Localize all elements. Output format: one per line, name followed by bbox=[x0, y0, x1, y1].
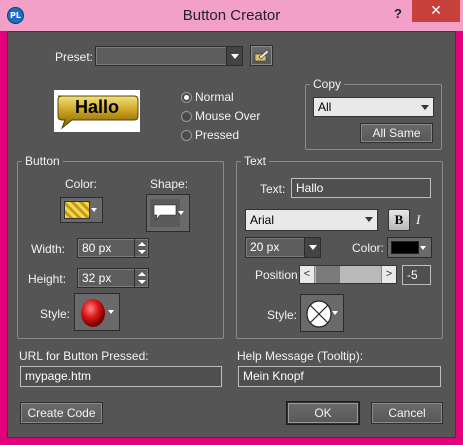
font-dropdown[interactable]: Arial bbox=[245, 209, 378, 231]
preset-dropdown[interactable] bbox=[95, 46, 243, 66]
position-value-input[interactable]: -5 bbox=[402, 265, 431, 285]
chevron-left-icon[interactable]: < bbox=[300, 266, 315, 283]
radio-pressed[interactable] bbox=[181, 130, 192, 141]
button-style-picker[interactable] bbox=[74, 293, 120, 331]
cancel-button[interactable]: Cancel bbox=[371, 402, 443, 424]
chevron-down-icon bbox=[304, 238, 320, 257]
preset-label: Preset: bbox=[55, 50, 94, 64]
create-code-button[interactable]: Create Code bbox=[20, 402, 103, 424]
text-style-picker[interactable] bbox=[300, 294, 344, 332]
close-button[interactable]: ✕ bbox=[412, 0, 460, 22]
chevron-right-icon[interactable]: > bbox=[381, 266, 396, 283]
red-ball-icon bbox=[81, 299, 105, 327]
button-shape-label: Shape: bbox=[150, 177, 189, 191]
height-label: Height: bbox=[28, 272, 67, 286]
dialog-body: Preset: Hallo Normal Mouse Over Pressed bbox=[7, 31, 456, 438]
font-size-dropdown[interactable]: 20 px bbox=[245, 237, 321, 258]
width-spinner[interactable] bbox=[134, 239, 148, 257]
italic-button[interactable]: I bbox=[416, 210, 428, 230]
position-slider[interactable]: < > bbox=[299, 265, 397, 284]
chevron-down-icon bbox=[361, 210, 377, 230]
speech-bubble-icon bbox=[150, 199, 180, 227]
chevron-down-icon bbox=[331, 295, 341, 331]
text-color-picker[interactable] bbox=[387, 237, 432, 258]
radio-normal-label[interactable]: Normal bbox=[195, 90, 234, 104]
chevron-down-icon bbox=[226, 47, 242, 65]
text-group-title: Text bbox=[241, 154, 270, 168]
copy-group-title: Copy bbox=[310, 77, 345, 91]
chevron-down-icon bbox=[107, 294, 117, 330]
font-size-value: 20 px bbox=[250, 240, 280, 254]
button-shape-picker[interactable] bbox=[146, 194, 190, 232]
url-label: URL for Button Pressed: bbox=[19, 349, 149, 363]
chevron-down-icon bbox=[419, 238, 429, 257]
chevron-down-icon bbox=[90, 198, 100, 222]
edit-icon bbox=[254, 49, 270, 62]
text-color-label: Color: bbox=[352, 241, 385, 255]
font-value: Arial bbox=[250, 213, 275, 227]
button-style-label: Style: bbox=[40, 307, 71, 321]
gold-texture-swatch bbox=[64, 201, 90, 219]
width-input[interactable]: 80 px bbox=[77, 238, 149, 258]
button-group-title: Button bbox=[22, 154, 63, 168]
text-label: Text: bbox=[260, 182, 286, 196]
width-value: 80 px bbox=[82, 241, 112, 255]
copy-value: All bbox=[318, 100, 332, 114]
width-label: Width: bbox=[31, 242, 66, 256]
radio-mouse-over[interactable] bbox=[181, 111, 192, 122]
button-preview: Hallo bbox=[54, 90, 140, 132]
url-input[interactable]: mypage.htm bbox=[20, 366, 222, 387]
all-same-button[interactable]: All Same bbox=[360, 123, 433, 143]
tooltip-label: Help Message (Tooltip): bbox=[237, 349, 364, 363]
position-label: Position: bbox=[255, 268, 302, 282]
ok-button[interactable]: OK bbox=[287, 402, 359, 424]
radio-normal[interactable] bbox=[181, 92, 192, 103]
chevron-down-icon bbox=[177, 195, 187, 231]
radio-pressed-label[interactable]: Pressed bbox=[195, 128, 239, 142]
button-color-picker[interactable] bbox=[60, 197, 103, 223]
radio-mouse-over-label[interactable]: Mouse Over bbox=[195, 109, 260, 123]
height-spinner[interactable] bbox=[134, 269, 148, 287]
slider-thumb[interactable] bbox=[316, 266, 340, 283]
button-color-label: Color: bbox=[65, 177, 98, 191]
copy-dropdown[interactable]: All bbox=[313, 97, 434, 117]
crossed-circle-icon bbox=[306, 300, 332, 328]
height-value: 32 px bbox=[82, 271, 112, 285]
text-style-label: Style: bbox=[267, 308, 298, 322]
black-color-swatch bbox=[391, 241, 419, 254]
edit-preset-button[interactable] bbox=[250, 45, 273, 66]
help-button[interactable]: ? bbox=[388, 4, 408, 24]
tooltip-input[interactable]: Mein Knopf bbox=[238, 366, 441, 387]
text-input[interactable]: Hallo bbox=[291, 178, 431, 198]
height-input[interactable]: 32 px bbox=[77, 268, 149, 288]
chevron-down-icon bbox=[417, 98, 433, 116]
preview-text: Hallo bbox=[74, 97, 119, 117]
bold-button[interactable]: B bbox=[388, 209, 410, 231]
